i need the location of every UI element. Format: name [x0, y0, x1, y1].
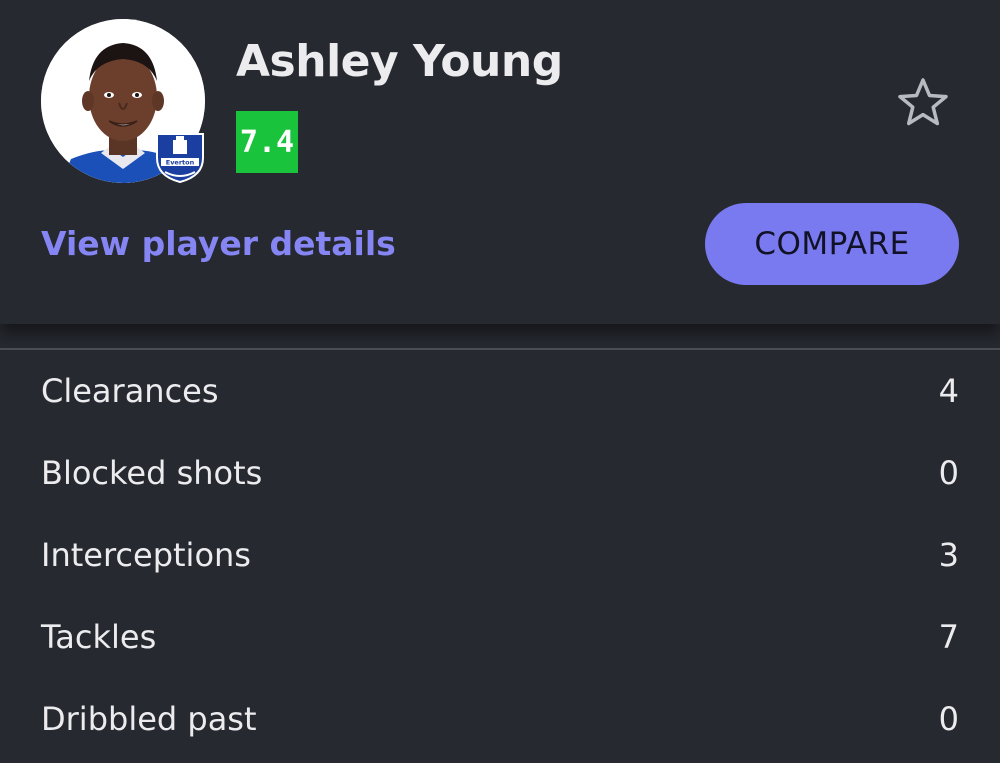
favorite-button[interactable]	[896, 76, 950, 130]
compare-button[interactable]: COMPARE	[705, 203, 959, 285]
stat-label: Tackles	[41, 618, 157, 656]
player-header: Everton Ashley Young 7.4 View player det…	[0, 0, 1000, 324]
stat-label: Dribbled past	[41, 700, 257, 738]
svg-text:Everton: Everton	[166, 159, 195, 167]
player-name: Ashley Young	[236, 36, 563, 87]
stat-value: 0	[938, 700, 959, 738]
stat-value: 7	[938, 618, 959, 656]
player-rating-badge: 7.4	[236, 111, 298, 173]
stat-row-dribbled-past: Dribbled past 0	[0, 678, 1000, 760]
compare-button-label: COMPARE	[754, 226, 910, 262]
stat-row-clearances: Clearances 4	[0, 350, 1000, 432]
stat-row-tackles: Tackles 7	[0, 596, 1000, 678]
everton-crest-icon: Everton	[156, 133, 204, 184]
stat-label: Clearances	[41, 372, 219, 410]
stat-label: Blocked shots	[41, 454, 263, 492]
view-player-details-link[interactable]: View player details	[41, 224, 396, 263]
stat-row-interceptions: Interceptions 3	[0, 514, 1000, 596]
player-popup: Everton Ashley Young 7.4 View player det…	[0, 0, 1000, 763]
stat-value: 4	[938, 372, 959, 410]
stat-label: Interceptions	[41, 536, 251, 574]
star-outline-icon	[898, 78, 948, 126]
stat-row-blocked-shots: Blocked shots 0	[0, 432, 1000, 514]
stat-value: 3	[938, 536, 959, 574]
stats-list: Clearances 4 Blocked shots 0 Interceptio…	[0, 350, 1000, 760]
stat-value: 0	[938, 454, 959, 492]
